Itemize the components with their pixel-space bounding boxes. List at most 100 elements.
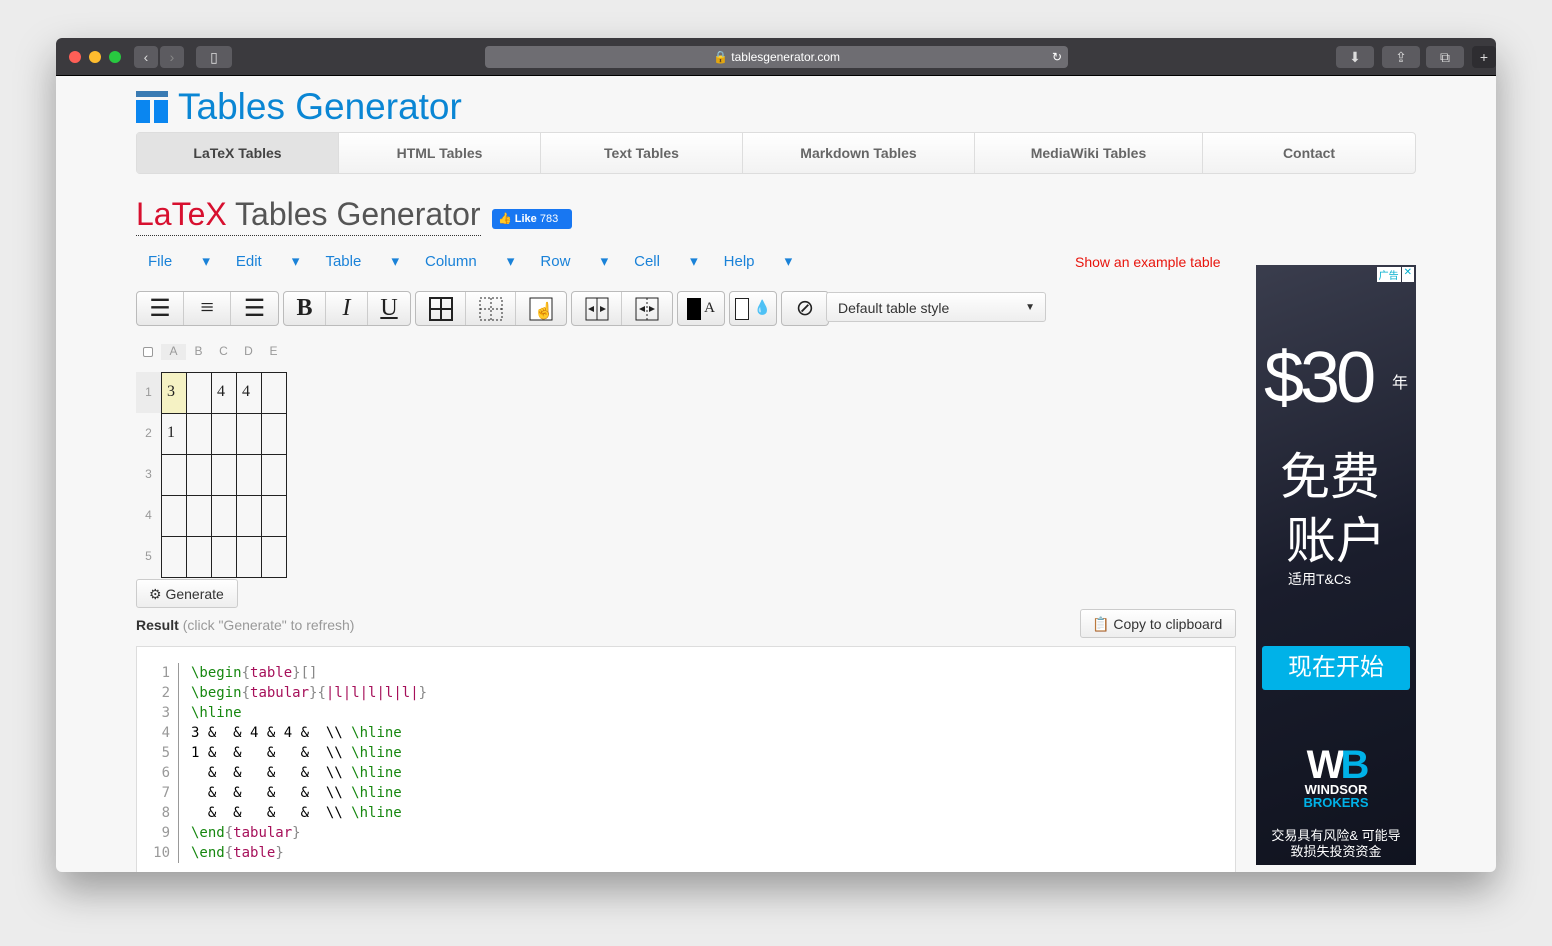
table-cell[interactable]: 1 (161, 413, 187, 455)
table-cell[interactable] (261, 372, 287, 414)
align-center-icon[interactable]: ≡ (184, 292, 231, 325)
ad-close-icon[interactable]: ✕ (1401, 267, 1414, 282)
facebook-like-button[interactable]: 👍 Like 783 (492, 209, 572, 229)
title-bar: ‹ › ▯ 🔒 tablesgenerator.com ↻ ⬇ ⇪ ⧉ + (56, 38, 1496, 76)
table-cell[interactable] (161, 495, 187, 537)
reload-icon[interactable]: ↻ (1052, 46, 1062, 68)
code-line: \begin{tabular}{|l|l|l|l|l|} (191, 685, 428, 701)
table-cell[interactable] (186, 495, 212, 537)
ad-terms: 适用T&Cs (1288, 571, 1351, 587)
table-cell[interactable]: 3 (161, 372, 187, 414)
menu-cell[interactable]: Cell ▾ (634, 252, 698, 270)
table-cell[interactable] (211, 413, 237, 455)
back-button[interactable]: ‹ (134, 46, 158, 68)
column-header[interactable]: E (261, 344, 286, 360)
tab-html-tables[interactable]: HTML Tables (339, 133, 541, 173)
toolbar: ☰ ≡ ☰ B I U ☝ A 💧 ⊘ (136, 291, 829, 326)
close-window-button[interactable] (69, 51, 81, 63)
background-color-icon[interactable]: 💧 (730, 292, 776, 325)
address-bar[interactable]: 🔒 tablesgenerator.com ↻ (485, 46, 1068, 68)
copy-to-clipboard-button[interactable]: 📋 Copy to clipboard (1080, 609, 1236, 638)
row-header[interactable]: 5 (136, 536, 161, 577)
latex-code-output[interactable]: 1 2 3 4 5 6 7 8 9 10 \begin{table}[] \begin{tabula… (136, 646, 1236, 872)
ad-warning-1: 交易具有风险& 可能导 (1271, 828, 1401, 843)
text-color-icon[interactable]: A (678, 292, 724, 325)
ad-warning-2: 致损失投资资金 (1290, 844, 1382, 859)
italic-icon[interactable]: I (326, 292, 368, 325)
table-cell[interactable] (261, 413, 287, 455)
table-cell[interactable]: 4 (236, 372, 262, 414)
edit-borders-icon[interactable]: ☝ (516, 292, 566, 325)
table-cell[interactable] (211, 454, 237, 496)
select-all-checkbox[interactable] (143, 347, 153, 357)
forward-button[interactable]: › (160, 46, 184, 68)
table-cell[interactable] (236, 495, 262, 537)
table-cell[interactable] (161, 536, 187, 578)
table-cell[interactable] (186, 536, 212, 578)
table-cell[interactable] (211, 495, 237, 537)
sidebar-icon[interactable]: ▯ (196, 46, 232, 68)
generate-button[interactable]: ⚙ Generate (136, 579, 238, 608)
table-cell[interactable] (261, 454, 287, 496)
tab-text-tables[interactable]: Text Tables (541, 133, 743, 173)
underline-icon[interactable]: U (368, 292, 410, 325)
menu-file[interactable]: File ▾ (148, 252, 210, 270)
menu-column[interactable]: Column ▾ (425, 252, 514, 270)
align-right-icon[interactable]: ☰ (231, 292, 278, 325)
table-cell[interactable] (161, 454, 187, 496)
column-header[interactable]: B (186, 344, 211, 360)
table-cell[interactable]: 4 (211, 372, 237, 414)
site-logo[interactable]: Tables Generator (136, 86, 462, 128)
code-line: 3 & & 4 & 4 & \\ \hline (191, 725, 402, 741)
zoom-window-button[interactable] (109, 51, 121, 63)
align-left-icon[interactable]: ☰ (137, 292, 184, 325)
share-icon[interactable]: ⇪ (1382, 46, 1420, 68)
code-line: \hline (191, 705, 242, 721)
row-header[interactable]: 1 (136, 372, 161, 413)
ad-badge[interactable]: 广告 (1376, 267, 1401, 282)
no-borders-icon[interactable] (466, 292, 516, 325)
row-header[interactable]: 2 (136, 413, 161, 454)
clear-format-icon[interactable]: ⊘ (782, 292, 828, 325)
table-style-select[interactable]: Default table style ▼ (826, 292, 1046, 322)
like-label: Like (514, 213, 537, 225)
table-cell[interactable] (261, 495, 287, 537)
table-cell[interactable] (236, 454, 262, 496)
advertisement[interactable]: 广告 ✕ $30 年 免费 账户 适用T&Cs 现在开始 WB WINDSOR B… (1256, 265, 1416, 865)
merge-cells-icon[interactable] (572, 292, 622, 325)
row-header[interactable]: 4 (136, 495, 161, 536)
table-cell[interactable] (261, 536, 287, 578)
new-tab-button[interactable]: + (1472, 46, 1496, 68)
column-header[interactable]: A (161, 344, 186, 360)
page: Tables Generator LaTeX Tables HTML Table… (56, 76, 1496, 872)
table-cell[interactable] (186, 413, 212, 455)
ad-cta-button[interactable]: 现在开始 (1262, 646, 1410, 690)
show-example-link[interactable]: Show an example table (1075, 254, 1221, 270)
split-cells-icon[interactable] (622, 292, 672, 325)
copy-label: Copy to clipboard (1113, 616, 1223, 632)
all-borders-icon[interactable] (416, 292, 466, 325)
tab-markdown-tables[interactable]: Markdown Tables (743, 133, 975, 173)
tabs-icon[interactable]: ⧉ (1426, 46, 1464, 68)
menu-edit[interactable]: Edit ▾ (236, 252, 300, 270)
table-cell[interactable] (236, 536, 262, 578)
menu-row[interactable]: Row ▾ (540, 252, 608, 270)
menu-help[interactable]: Help ▾ (724, 252, 793, 270)
row-header[interactable]: 3 (136, 454, 161, 495)
tab-contact[interactable]: Contact (1203, 133, 1415, 173)
table-cell[interactable] (236, 413, 262, 455)
column-header[interactable]: D (236, 344, 261, 360)
minimize-window-button[interactable] (89, 51, 101, 63)
column-header[interactable]: C (211, 344, 236, 360)
tab-latex-tables[interactable]: LaTeX Tables (137, 133, 339, 173)
tab-mediawiki-tables[interactable]: MediaWiki Tables (975, 133, 1203, 173)
url-text: tablesgenerator.com (731, 50, 840, 64)
table-cell[interactable] (186, 454, 212, 496)
bold-icon[interactable]: B (284, 292, 326, 325)
table-cell[interactable] (186, 372, 212, 414)
menu-table[interactable]: Table ▾ (325, 252, 399, 270)
result-label: Result (click "Generate" to refresh) (136, 617, 354, 633)
download-icon[interactable]: ⬇ (1336, 46, 1374, 68)
table-cell[interactable] (211, 536, 237, 578)
browser-window: ‹ › ▯ 🔒 tablesgenerator.com ↻ ⬇ ⇪ ⧉ + Tab… (56, 38, 1496, 872)
